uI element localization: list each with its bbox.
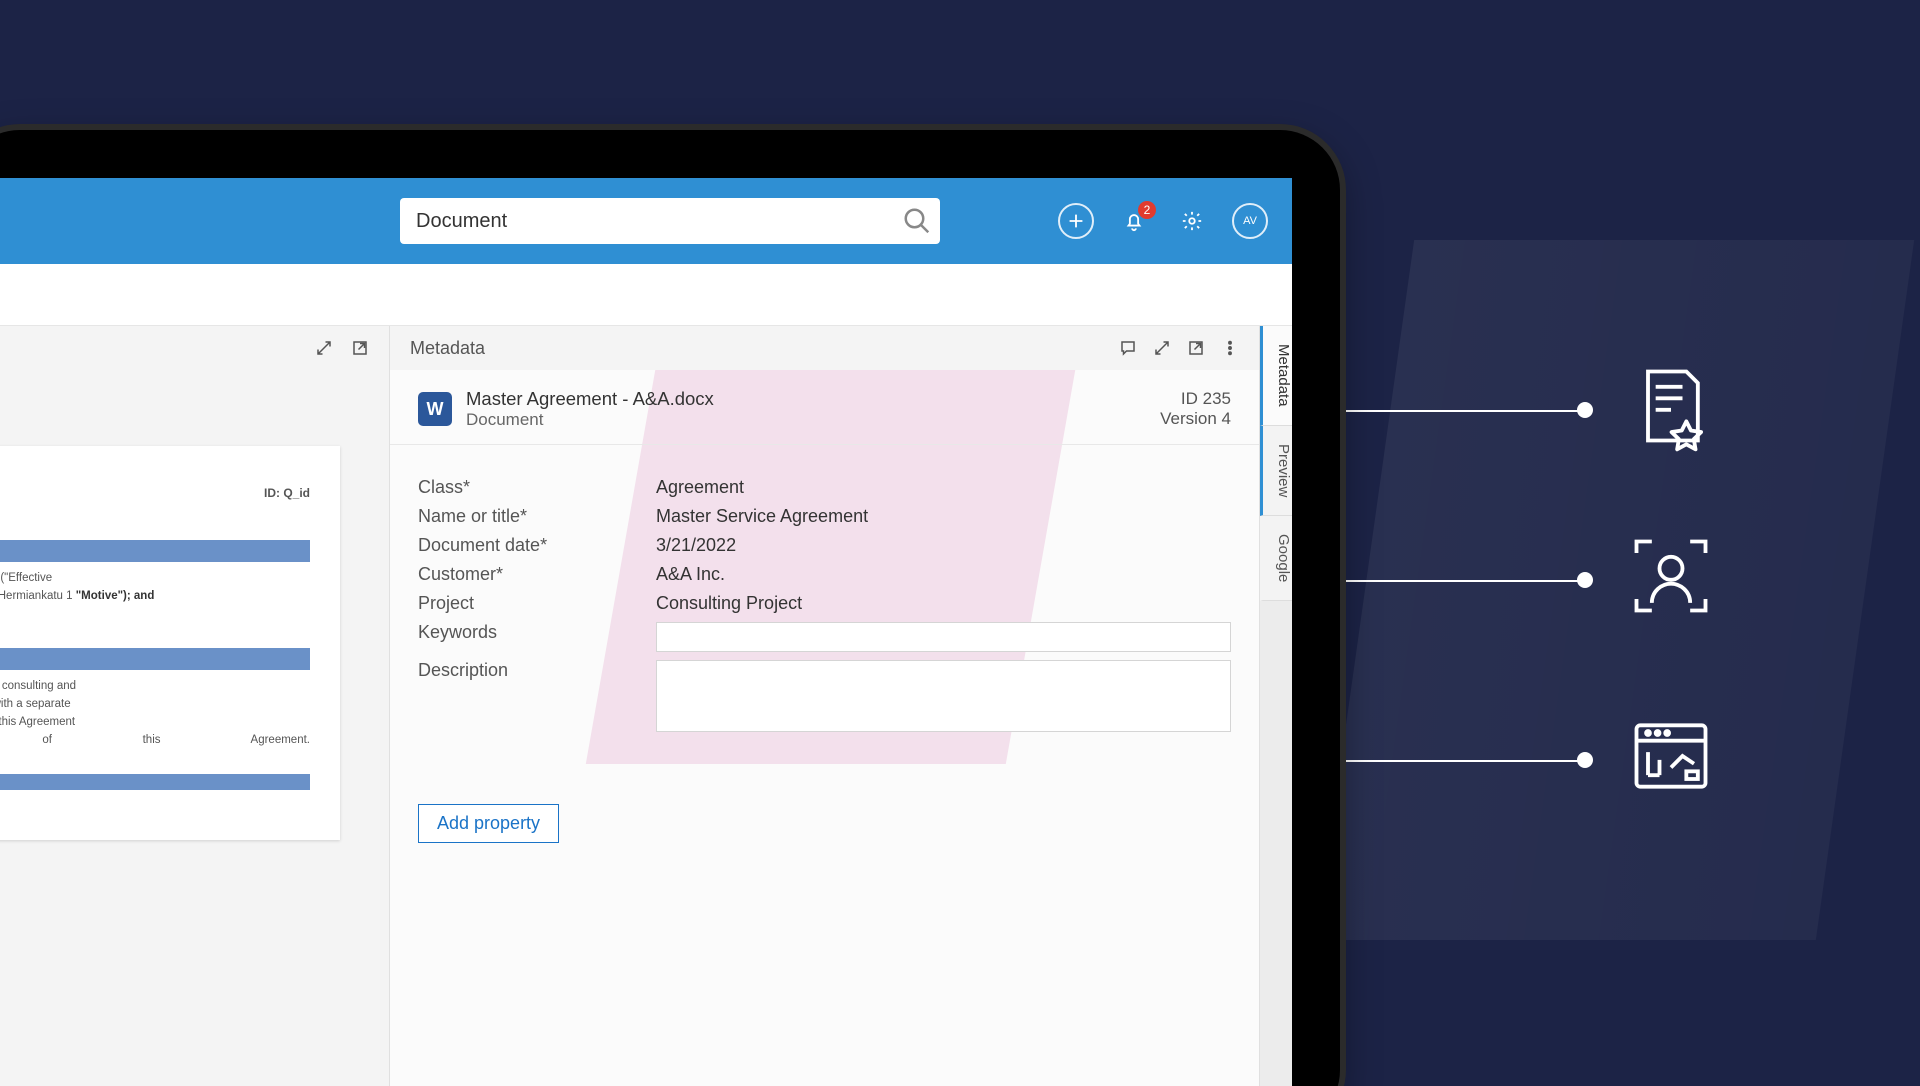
side-tab-google[interactable]: Google (1260, 516, 1292, 601)
popout-icon[interactable] (1187, 339, 1205, 357)
prop-label: Keywords (418, 622, 656, 652)
marketing-band (1316, 240, 1914, 940)
comment-icon[interactable] (1119, 339, 1137, 357)
prop-row-date: Document date* 3/21/2022 (418, 535, 1231, 556)
expand-icon[interactable] (315, 339, 333, 357)
callout-dot-1 (1577, 402, 1593, 418)
preview-toolbar (0, 326, 389, 370)
side-tab-metadata[interactable]: Metadata (1260, 326, 1292, 426)
doc-heading-bar (0, 774, 310, 790)
callout-line-3 (1328, 760, 1583, 762)
doc-heading-bar (0, 540, 310, 562)
file-id: ID 235 (1160, 389, 1231, 409)
document-star-icon (1625, 360, 1717, 457)
plus-icon (1065, 210, 1087, 232)
add-property-button[interactable]: Add property (418, 804, 559, 843)
prop-value[interactable]: Agreement (656, 477, 1231, 498)
prop-label: Document date* (418, 535, 656, 556)
search-wrapper (400, 198, 940, 244)
device-bezel: 2 AV (0, 130, 1340, 1086)
prop-row-project: Project Consulting Project (418, 593, 1231, 614)
callout-dot-2 (1577, 572, 1593, 588)
search-icon (902, 206, 932, 236)
user-avatar[interactable]: AV (1232, 203, 1268, 239)
word-file-icon: W (418, 392, 452, 426)
breadcrumb-bar (0, 264, 1292, 326)
callout-dot-3 (1577, 752, 1593, 768)
avatar-initials: AV (1243, 215, 1257, 227)
prop-row-description: Description (418, 660, 1231, 732)
prop-value[interactable]: A&A Inc. (656, 564, 1231, 585)
prop-label: Name or title* (418, 506, 656, 527)
doc-line: …cable to Customer's access and use of c… (0, 680, 310, 692)
document-page: ID: Q_id …ement") is entered into on [Va… (0, 446, 340, 840)
gear-icon (1181, 210, 1203, 232)
notifications-button[interactable]: 2 (1116, 203, 1152, 239)
prop-label: Description (418, 660, 656, 681)
doc-line: …ment and/or as ordered by Customer with… (0, 698, 310, 710)
doc-line: …ement") is entered into on [Valid From]… (0, 572, 310, 584)
doc-id-label: ID: Q_id (0, 486, 310, 500)
document-preview-pane: ID: Q_id …ement") is entered into on [Va… (0, 326, 390, 1086)
dashboard-window-icon (1625, 710, 1717, 807)
search-button[interactable] (902, 206, 932, 236)
metadata-pane: Metadata W Master Agreement - A&A.docx (390, 326, 1260, 1086)
callout-line-1 (1328, 410, 1583, 412)
prop-row-class: Class* Agreement (418, 477, 1231, 498)
doc-heading-bar (0, 648, 310, 670)
more-vertical-icon[interactable] (1221, 339, 1239, 357)
app-screen: 2 AV (0, 178, 1292, 1086)
top-actions: 2 AV (1058, 203, 1268, 239)
metadata-title: Metadata (410, 338, 485, 359)
prop-row-name: Name or title* Master Service Agreement (418, 506, 1231, 527)
side-tabs: Metadata Preview Google (1260, 326, 1292, 1086)
prop-label: Customer* (418, 564, 656, 585)
prop-value[interactable]: Consulting Project (656, 593, 1231, 614)
settings-button[interactable] (1174, 203, 1210, 239)
popout-icon[interactable] (351, 339, 369, 357)
file-version: Version 4 (1160, 409, 1231, 429)
metadata-header: Metadata (390, 326, 1259, 370)
description-input[interactable] (656, 660, 1231, 732)
create-button[interactable] (1058, 203, 1094, 239)
prop-row-keywords: Keywords (418, 622, 1231, 652)
workspace: ID: Q_id …ement") is entered into on [Va… (0, 326, 1292, 1086)
side-tab-preview[interactable]: Preview (1260, 426, 1292, 516)
prop-label: Class* (418, 477, 656, 498)
metadata-properties: Class* Agreement Name or title* Master S… (390, 445, 1259, 764)
expand-icon[interactable] (1153, 339, 1171, 357)
file-name: Master Agreement - A&A.docx (466, 388, 714, 410)
search-input[interactable] (400, 198, 940, 244)
keywords-input[interactable] (656, 622, 1231, 652)
person-focus-icon (1625, 530, 1717, 627)
callout-line-2 (1328, 580, 1583, 582)
file-header-row: W Master Agreement - A&A.docx Document I… (390, 370, 1259, 445)
prop-value[interactable]: Master Service Agreement (656, 506, 1231, 527)
doc-line: …greement. Each Order that references th… (0, 716, 310, 728)
doc-line: and conditions of this Agreement. (0, 734, 310, 746)
prop-row-customer: Customer* A&A Inc. (418, 564, 1231, 585)
doc-line: …aving its principal place of business a… (0, 590, 310, 602)
prop-value[interactable]: 3/21/2022 (656, 535, 1231, 556)
file-type: Document (466, 410, 714, 430)
doc-line: …3 Main Street, Dallas, TX. (0, 608, 310, 620)
top-bar: 2 AV (0, 178, 1292, 264)
notification-badge: 2 (1138, 201, 1156, 219)
prop-label: Project (418, 593, 656, 614)
